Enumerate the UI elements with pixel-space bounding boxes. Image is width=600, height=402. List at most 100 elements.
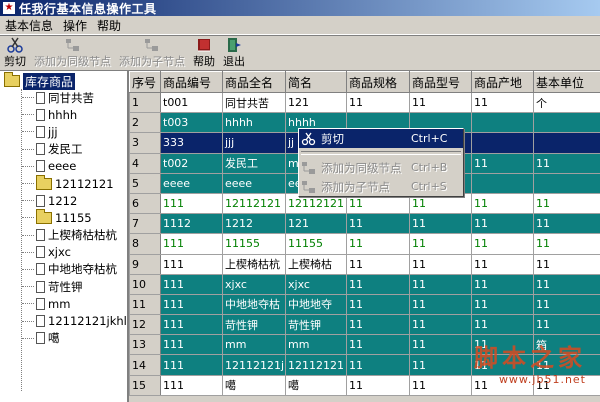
- add-child-button[interactable]: 添加为子节点: [115, 36, 189, 70]
- cut-button[interactable]: 剪切: [0, 36, 30, 70]
- column-header[interactable]: 商品编号: [160, 71, 223, 93]
- table-row[interactable]: 9 111 上楔椅枯杭 上楔椅枯 11 11 11 11: [129, 253, 600, 275]
- tree-root[interactable]: 库存商品: [4, 72, 76, 90]
- table-cell[interactable]: 333: [160, 132, 223, 154]
- row-number[interactable]: 15: [129, 374, 161, 396]
- table-cell[interactable]: 11: [346, 213, 410, 235]
- column-header[interactable]: 序号: [129, 71, 161, 93]
- table-cell[interactable]: 11: [346, 314, 410, 336]
- table-cell[interactable]: 苛性钾: [222, 314, 286, 336]
- table-cell[interactable]: eeee: [222, 172, 286, 194]
- table-cell[interactable]: 11: [471, 91, 534, 114]
- table-cell[interactable]: 111: [160, 314, 223, 336]
- table-cell[interactable]: 11: [533, 152, 600, 174]
- column-header[interactable]: 商品产地: [471, 71, 534, 93]
- table-cell[interactable]: 11155: [285, 233, 347, 255]
- category-tree[interactable]: 库存商品 同甘共苦 hhhh jjj 发民工 eeee 12112121 1212 11155…: [0, 71, 129, 402]
- table-cell[interactable]: 12112121: [285, 354, 347, 376]
- column-header[interactable]: 简名: [285, 71, 347, 93]
- table-row[interactable]: 1411112112121jkhl1211212111111111: [129, 354, 600, 376]
- tree-item[interactable]: xjxc: [22, 244, 127, 261]
- table-cell[interactable]: 11: [471, 293, 534, 316]
- table-row[interactable]: 8 111 11155 11155 11 11 11 11: [129, 233, 600, 255]
- row-number[interactable]: 8: [129, 233, 161, 255]
- table-cell[interactable]: 11: [533, 314, 600, 336]
- table-cell[interactable]: 111: [160, 233, 223, 255]
- table-cell[interactable]: [533, 132, 600, 154]
- table-cell[interactable]: hhhh: [222, 112, 286, 134]
- table-cell[interactable]: 11: [471, 233, 534, 255]
- table-cell[interactable]: 11: [409, 334, 472, 356]
- table-cell[interactable]: 11: [346, 293, 410, 316]
- table-cell[interactable]: 11: [409, 213, 472, 235]
- add-sibling-button[interactable]: 添加为同级节点: [30, 36, 115, 70]
- column-header[interactable]: 商品型号: [409, 71, 472, 93]
- tree-item[interactable]: jjj: [22, 123, 127, 140]
- table-cell[interactable]: [533, 112, 600, 134]
- table-cell[interactable]: 11: [346, 334, 410, 356]
- table-cell[interactable]: 11: [409, 253, 472, 275]
- tree-item[interactable]: 发民工: [22, 141, 127, 158]
- table-cell[interactable]: 11: [471, 273, 534, 295]
- table-cell[interactable]: 苛性钾: [285, 314, 347, 336]
- tree-item[interactable]: hhhh: [22, 106, 127, 123]
- table-cell[interactable]: 1212: [222, 213, 286, 235]
- table-cell[interactable]: 111: [160, 192, 223, 215]
- table-cell[interactable]: t003: [160, 112, 223, 134]
- row-number[interactable]: 2: [129, 112, 161, 134]
- table-cell[interactable]: 11: [409, 314, 472, 336]
- table-cell[interactable]: 1112: [160, 213, 223, 235]
- tree-item[interactable]: 中地地夺枯杭: [22, 261, 127, 278]
- table-cell[interactable]: 11: [409, 273, 472, 295]
- row-number[interactable]: 11: [129, 293, 161, 316]
- table-cell[interactable]: mm: [222, 334, 286, 356]
- table-cell[interactable]: xjxc: [222, 273, 286, 295]
- table-cell[interactable]: t002: [160, 152, 223, 174]
- table-cell[interactable]: eeee: [160, 172, 223, 194]
- column-header[interactable]: 基本单位: [533, 71, 600, 93]
- table-cell[interactable]: 11: [409, 374, 472, 396]
- table-cell[interactable]: 11: [471, 152, 534, 174]
- tree-item[interactable]: mm: [22, 295, 127, 312]
- table-row[interactable]: 12 111 苛性钾 苛性钾 11 11 11 11: [129, 314, 600, 336]
- table-cell[interactable]: 11: [471, 374, 534, 396]
- tree-item[interactable]: 1212: [22, 192, 127, 209]
- exit-button[interactable]: 退出: [219, 36, 249, 70]
- table-cell[interactable]: 11: [533, 293, 600, 316]
- row-number[interactable]: 6: [129, 192, 161, 215]
- table-cell[interactable]: 11: [346, 374, 410, 396]
- row-number[interactable]: 1: [129, 91, 161, 114]
- row-number[interactable]: 7: [129, 213, 161, 235]
- table-cell[interactable]: 111: [160, 253, 223, 275]
- menu-operation[interactable]: 操作: [58, 17, 92, 34]
- context-menu-item[interactable]: 剪切 Ctrl+C: [299, 129, 463, 148]
- table-cell[interactable]: 同甘共苦: [222, 91, 286, 114]
- table-cell[interactable]: 111: [160, 374, 223, 396]
- table-row[interactable]: 13 111 mm mm 11 11 11 箱: [129, 334, 600, 356]
- table-cell[interactable]: 121: [285, 213, 347, 235]
- goods-table[interactable]: 序号 商品编号 商品全名 简名 商品规格 商品型号 商品产地 基本单位 1 t001 同甘共苦 12…: [129, 71, 600, 402]
- tree-item[interactable]: 12112121jkhl: [22, 312, 127, 329]
- table-cell[interactable]: mm: [285, 334, 347, 356]
- table-cell[interactable]: 111: [160, 334, 223, 356]
- row-number[interactable]: 5: [129, 172, 161, 194]
- table-cell[interactable]: 个: [533, 91, 600, 114]
- table-cell[interactable]: 11: [346, 253, 410, 275]
- table-cell[interactable]: t001: [160, 91, 223, 114]
- table-cell[interactable]: [533, 172, 600, 194]
- table-cell[interactable]: 11: [471, 213, 534, 235]
- table-cell[interactable]: 噶: [222, 374, 286, 396]
- tree-item[interactable]: 12112121: [22, 174, 127, 192]
- table-cell[interactable]: 121: [285, 91, 347, 114]
- tree-item[interactable]: 11155: [22, 208, 127, 226]
- table-row[interactable]: 10 111 xjxc xjxc 11 11 11 11: [129, 273, 600, 295]
- tree-item[interactable]: eeee: [22, 158, 127, 175]
- table-cell[interactable]: 11: [471, 192, 534, 215]
- table-cell[interactable]: 11: [409, 233, 472, 255]
- table-cell[interactable]: 发民工: [222, 152, 286, 174]
- table-cell[interactable]: 11: [346, 233, 410, 255]
- table-cell[interactable]: 111: [160, 273, 223, 295]
- table-cell[interactable]: 12112121: [222, 192, 286, 215]
- row-number[interactable]: 3: [129, 132, 161, 154]
- table-cell[interactable]: [471, 132, 534, 154]
